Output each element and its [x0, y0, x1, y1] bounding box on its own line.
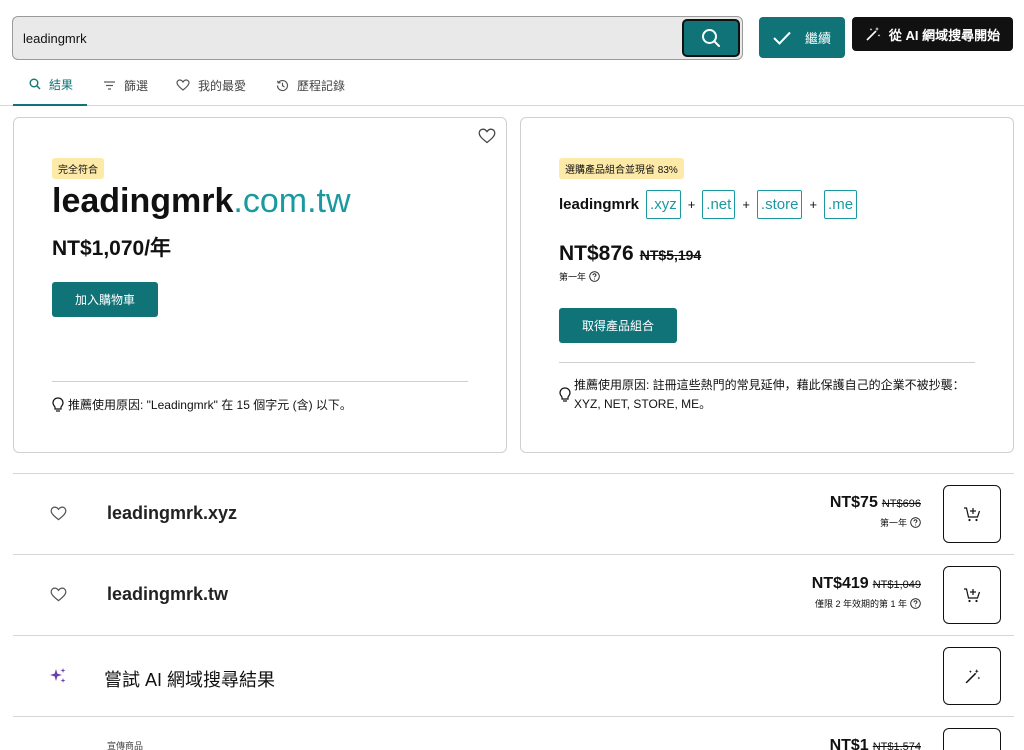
bundle-term: 第一年 [559, 270, 600, 283]
tab-history-label: 歷程記錄 [297, 78, 346, 93]
bundle-original-price: NT$5,194 [639, 247, 702, 263]
filter-icon [104, 80, 115, 90]
plus-sign: + [742, 197, 750, 212]
tab-results-label: 結果 [49, 77, 74, 92]
result-domain-name: leadingmrk.xyz [107, 503, 238, 523]
result-term: 僅限 2 年效期的第 1 年 [814, 599, 907, 609]
domain-name: leadingmrk [52, 182, 234, 220]
domain-result-row: leadingmrk.tw NT$419 NT$1,049 僅限 2 年效期的第 … [13, 554, 1014, 635]
bundle-name: leadingmrk [559, 196, 640, 213]
result-term: 第一年 [879, 518, 907, 528]
continue-label: 繼續 [804, 31, 831, 46]
magic-wand-icon [866, 27, 881, 41]
bundle-tld: .store [756, 190, 803, 219]
result-original-price: NT$1,049 [872, 579, 921, 591]
add-to-cart-button[interactable]: 加入購物車 [52, 282, 158, 317]
help-icon[interactable] [910, 598, 921, 609]
get-bundle-button[interactable]: 取得產品組合 [559, 308, 677, 343]
tab-results[interactable]: 結果 [13, 64, 87, 106]
add-to-cart-button[interactable] [943, 566, 1001, 624]
bundle-term-label: 第一年 [559, 272, 587, 282]
lightbulb-icon [559, 387, 571, 402]
domain-price: NT$1,070/年 [52, 237, 172, 260]
bundle-savings-badge: 選購產品組合並現省 83% [559, 158, 684, 179]
exact-match-card: 完全符合 leadingmrk.com.tw NT$1,070/年 加入購物車 … [13, 117, 507, 453]
bundle-price: NT$876 NT$5,194 [559, 242, 701, 266]
promo-row: 宣傳商品 NT$1 NT$1,574 [13, 716, 1014, 750]
result-price: NT$75 [829, 494, 878, 511]
result-original-price: NT$696 [881, 498, 921, 510]
ai-search-button[interactable]: 從 AI 網域搜尋開始 [852, 17, 1013, 51]
sparkle-icon [50, 668, 66, 683]
ai-row-title: 嘗試 AI 網域搜尋結果 [104, 670, 276, 690]
search-icon [29, 78, 41, 90]
add-to-cart-button[interactable] [943, 728, 1001, 750]
lightbulb-icon [52, 396, 64, 412]
result-domain-name: leadingmrk.tw [107, 584, 229, 604]
result-price-block: NT$419 NT$1,049 僅限 2 年效期的第 1 年 [812, 575, 921, 610]
tab-filter-label: 篩選 [124, 78, 149, 93]
tab-history[interactable]: 歷程記錄 [276, 64, 345, 106]
favorite-button[interactable] [50, 506, 67, 526]
bundle-tld: .net [702, 190, 736, 219]
favorite-button[interactable] [478, 128, 496, 149]
bundle-recommendation-text: 推薦使用原因: 註冊這些熱門的常見延伸，藉此保護自己的企業不被抄襲：XYZ, N… [574, 378, 965, 411]
result-price-block: NT$75 NT$696 第一年 [830, 494, 921, 529]
divider [52, 381, 468, 382]
recommendation-text: 推薦使用原因: "Leadingmrk" 在 15 個字元 (含) 以下。 [68, 398, 352, 412]
tab-favorites-label: 我的最愛 [198, 78, 247, 93]
search-button[interactable] [682, 19, 740, 57]
favorite-button[interactable] [50, 587, 67, 607]
bundle-card: 選購產品組合並現省 83% leadingmrk .xyz + .net + .… [520, 117, 1014, 453]
recommendation-reason: 推薦使用原因: "Leadingmrk" 在 15 個字元 (含) 以下。 [52, 396, 352, 413]
promo-price-block: NT$1 NT$1,574 [830, 737, 921, 750]
tab-filter[interactable]: 篩選 [103, 64, 148, 106]
search-bar [12, 16, 743, 60]
heart-icon [478, 128, 496, 144]
heart-icon [50, 587, 67, 602]
exact-match-badge: 完全符合 [52, 158, 104, 179]
search-icon [702, 29, 720, 47]
ai-search-results-button[interactable] [943, 647, 1001, 705]
domain-title: leadingmrk.com.tw [52, 182, 351, 221]
bundle-price-value: NT$876 [559, 242, 634, 265]
cart-add-icon [964, 507, 981, 522]
heart-icon [176, 79, 190, 91]
history-icon [276, 79, 289, 91]
search-input[interactable] [23, 27, 673, 49]
result-price: NT$419 [811, 575, 869, 592]
promo-price: NT$1 [829, 737, 869, 750]
tab-favorites[interactable]: 我的最愛 [176, 64, 246, 106]
promo-original-price: NT$1,574 [872, 741, 921, 750]
plus-sign: + [687, 197, 696, 212]
help-icon[interactable] [589, 271, 600, 282]
checkmark-icon [773, 31, 791, 45]
magic-wand-icon [965, 668, 980, 683]
bundle-recommendation-reason: 推薦使用原因: 註冊這些熱門的常見延伸，藉此保護自己的企業不被抄襲：XYZ, N… [559, 376, 979, 414]
continue-button[interactable]: 繼續 [759, 17, 845, 58]
bundle-domains: leadingmrk .xyz + .net + .store + .me [559, 190, 858, 219]
domain-tld: .com.tw [233, 182, 351, 220]
ai-search-label: 從 AI 網域搜尋開始 [888, 27, 1001, 43]
plus-sign: + [809, 197, 818, 212]
help-icon[interactable] [910, 517, 921, 528]
cart-add-icon [964, 588, 981, 603]
divider [559, 362, 975, 363]
add-to-cart-button[interactable] [943, 485, 1001, 543]
bundle-tld: .me [824, 190, 858, 219]
result-tabs: 結果 篩選 我的最愛 歷程記錄 [0, 64, 1024, 106]
ai-search-row: 嘗試 AI 網域搜尋結果 [13, 635, 1014, 716]
promo-label: 宣傳商品 [107, 741, 144, 750]
heart-icon [50, 506, 67, 521]
domain-result-row: leadingmrk.xyz NT$75 NT$696 第一年 [13, 473, 1014, 554]
bundle-tld: .xyz [646, 190, 681, 219]
